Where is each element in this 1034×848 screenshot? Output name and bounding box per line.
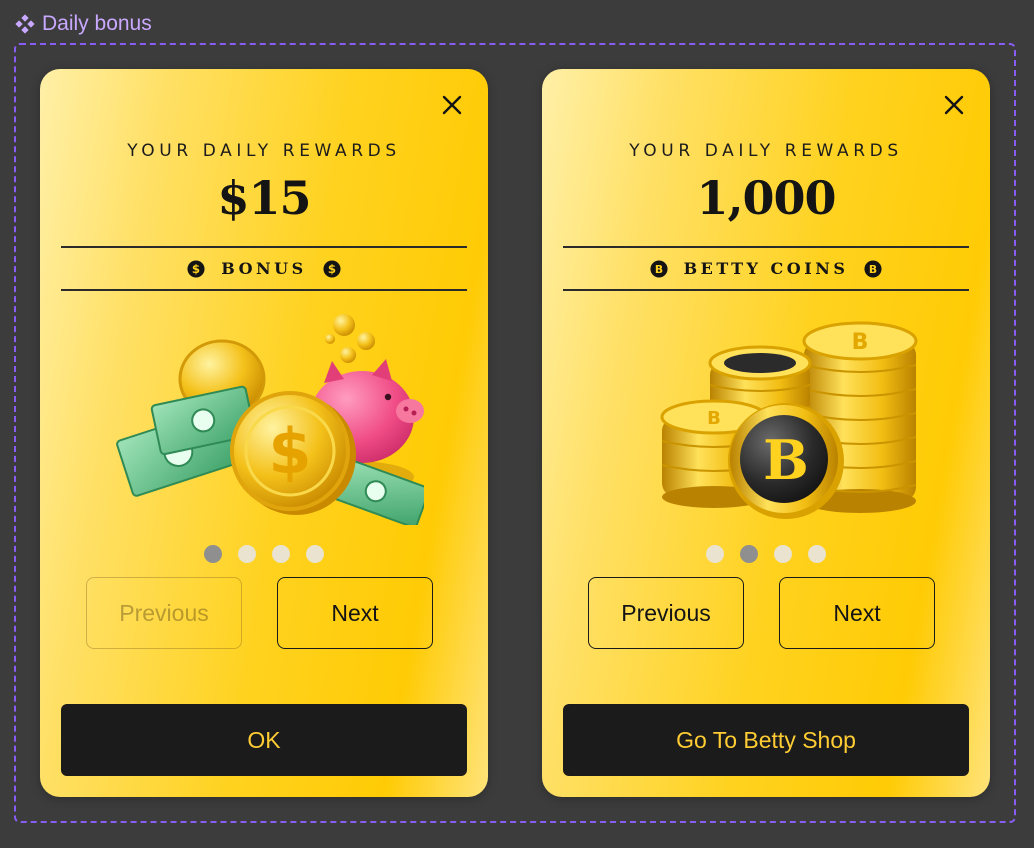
previous-button[interactable]: Previous <box>588 577 744 649</box>
piggy-bank-coins-cash-illustration: $ <box>116 314 424 525</box>
svg-text:$: $ <box>328 262 336 276</box>
pagination-dot[interactable] <box>706 545 724 563</box>
pagination-dots <box>40 545 488 563</box>
frame-label: Daily bonus <box>14 12 152 36</box>
pagination-dot[interactable] <box>204 545 222 563</box>
frame-title: Daily bonus <box>42 12 152 35</box>
component-icon <box>15 14 35 34</box>
reward-amount: $15 <box>217 171 311 225</box>
svg-text:B: B <box>654 263 662 276</box>
pagination-dot[interactable] <box>306 545 324 563</box>
betty-coin-icon: B <box>864 259 882 278</box>
divider-bottom <box>563 289 969 291</box>
dollar-coin-icon: $ <box>323 259 341 278</box>
svg-text:B: B <box>763 428 809 492</box>
currency-label: BETTY COINS <box>683 259 849 278</box>
next-button[interactable]: Next <box>779 577 935 649</box>
pagination-dot[interactable] <box>272 545 290 563</box>
pagination-dot[interactable] <box>238 545 256 563</box>
svg-text:B: B <box>869 263 877 276</box>
svg-text:$: $ <box>192 262 200 276</box>
next-button[interactable]: Next <box>277 577 433 649</box>
pagination-dot[interactable] <box>808 545 826 563</box>
go-to-betty-shop-button[interactable]: Go To Betty Shop <box>563 704 969 776</box>
divider-top <box>61 246 467 248</box>
rewards-eyebrow: YOUR DAILY REWARDS <box>629 141 903 161</box>
close-icon[interactable] <box>440 93 464 117</box>
currency-label: BONUS <box>221 259 307 278</box>
pagination-dot[interactable] <box>774 545 792 563</box>
rewards-eyebrow: YOUR DAILY REWARDS <box>127 141 401 161</box>
pagination-dots <box>542 545 990 563</box>
currency-row: $ BONUS $ <box>40 259 488 278</box>
betty-coin-stacks-illustration: B B B <box>660 321 918 519</box>
daily-bonus-card-betty-coins: YOUR DAILY REWARDS 1,000 B BETTY COINS B <box>542 69 990 797</box>
betty-coin-icon: B <box>650 259 668 278</box>
daily-bonus-card-dollar: YOUR DAILY REWARDS $15 $ BONUS $ $ Previ… <box>40 69 488 797</box>
reward-amount: 1,000 <box>696 171 836 225</box>
previous-button: Previous <box>86 577 242 649</box>
currency-row: B BETTY COINS B <box>542 259 990 278</box>
svg-text:$: $ <box>268 415 311 488</box>
divider-bottom <box>61 289 467 291</box>
divider-top <box>563 246 969 248</box>
ok-button[interactable]: OK <box>61 704 467 776</box>
close-icon[interactable] <box>942 93 966 117</box>
svg-text:B: B <box>852 330 869 355</box>
pagination-dot[interactable] <box>740 545 758 563</box>
svg-text:B: B <box>707 408 721 429</box>
dollar-coin-icon: $ <box>187 259 205 278</box>
